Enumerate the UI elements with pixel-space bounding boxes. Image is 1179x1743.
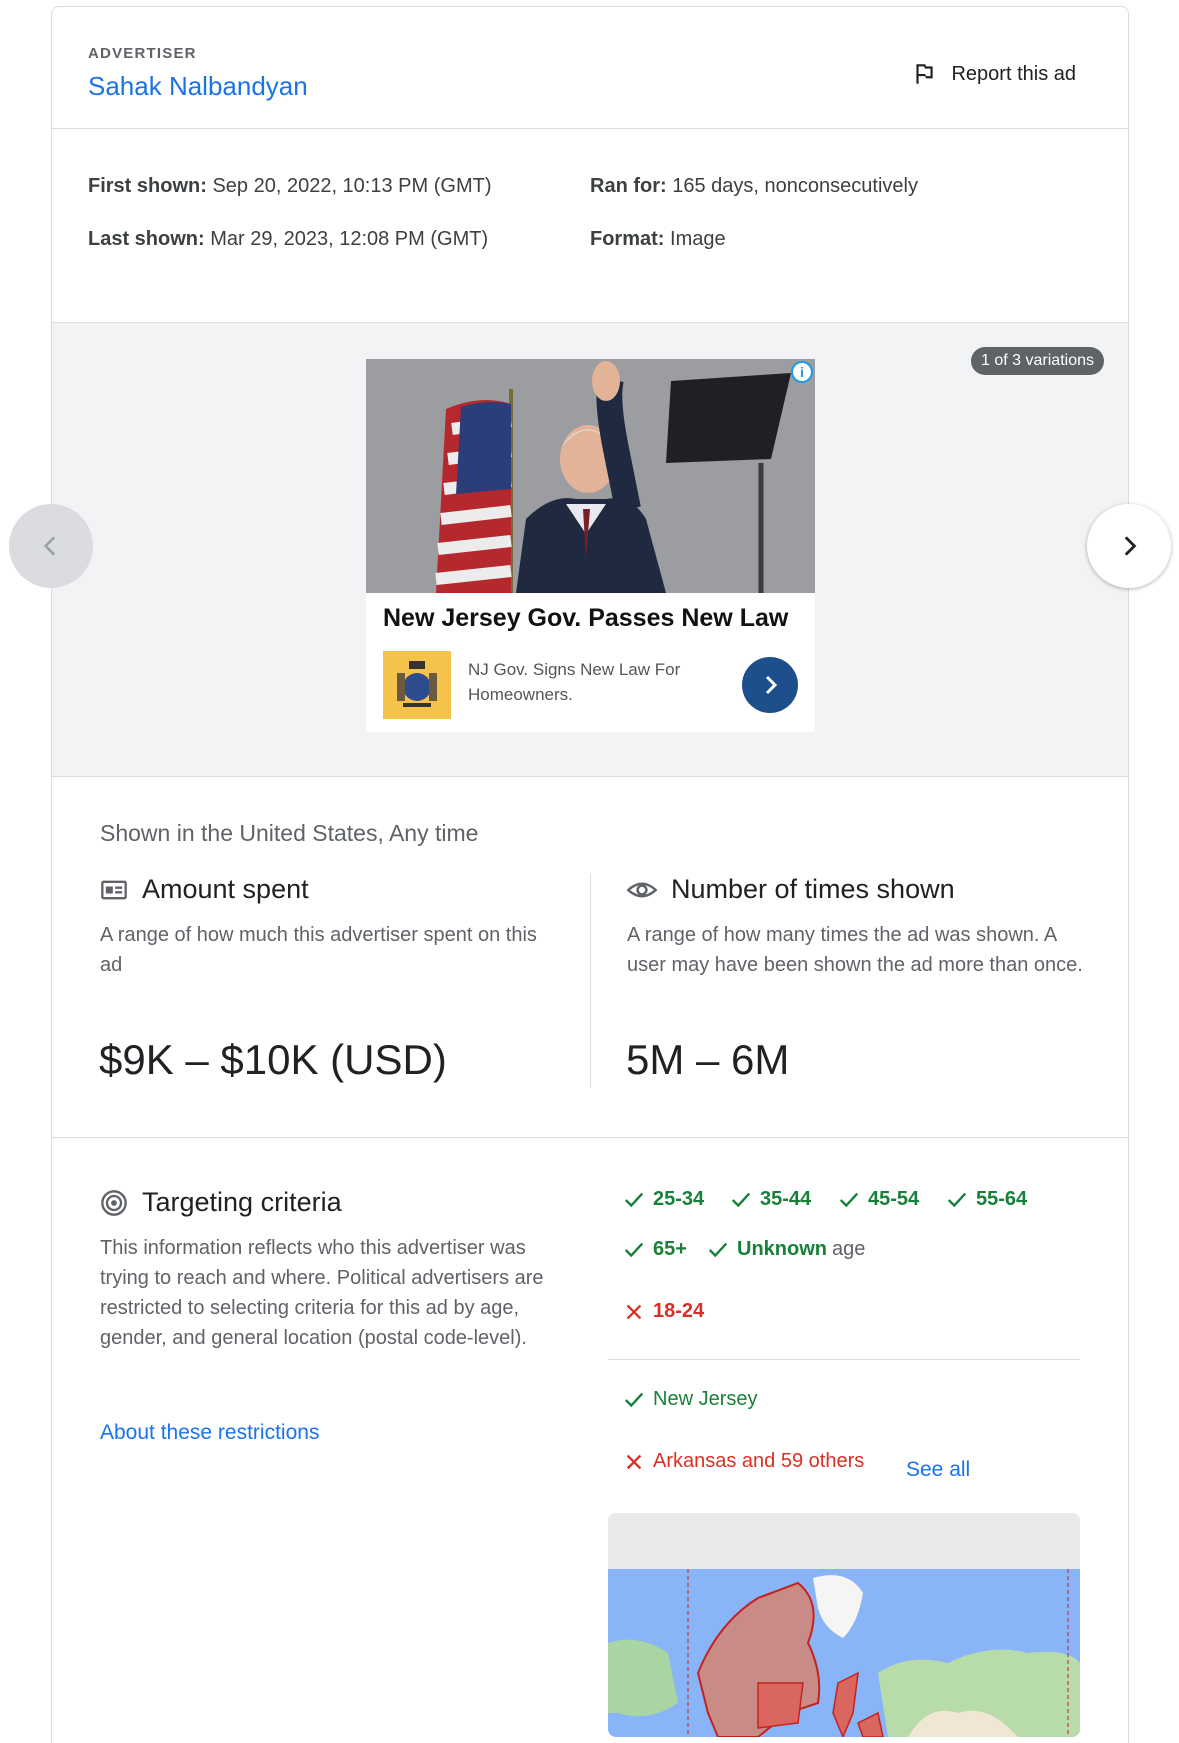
location-included-chip: New Jersey (623, 1388, 757, 1411)
divider (52, 776, 1128, 777)
format-value: Image (670, 228, 726, 250)
times-shown-title: Number of times shown (627, 874, 955, 905)
ad-cta-button[interactable] (742, 657, 798, 713)
amount-spent-description: A range of how much this advertiser spen… (100, 924, 537, 976)
first-shown: First shown: Sep 20, 2022, 10:13 PM (GMT… (88, 175, 491, 198)
next-variation-button[interactable] (1087, 504, 1171, 588)
ad-preview-area: 1 of 3 variations i New Jersey Gov. Pass… (52, 323, 1128, 777)
ad-info-icon[interactable]: i (791, 361, 813, 383)
first-shown-label: First shown: (88, 175, 207, 197)
age-range-label: 65+ (653, 1238, 687, 1260)
variations-badge: 1 of 3 variations (971, 347, 1104, 375)
eye-icon (627, 882, 657, 897)
location-label: Arkansas and 59 others (653, 1450, 865, 1472)
times-shown-value: 5M – 6M (626, 1036, 790, 1083)
nj-seal-icon (383, 651, 451, 719)
chevron-left-icon (43, 536, 56, 556)
divider (52, 128, 1128, 129)
age-included-chip: 65+ (623, 1238, 687, 1261)
times-shown-description: A range of how many times the ad was sho… (627, 924, 1083, 976)
divider (608, 1359, 1080, 1360)
report-ad-button[interactable]: Report this ad (911, 61, 1076, 87)
targeting-map[interactable] (608, 1513, 1080, 1737)
report-ad-label: Report this ad (951, 62, 1076, 85)
check-icon (624, 1242, 644, 1257)
check-icon (947, 1192, 967, 1207)
ran-for-label: Ran for: (590, 175, 667, 197)
unknown-age-label: Unknown (737, 1238, 827, 1260)
amount-spent-title: Amount spent (100, 874, 309, 905)
money-icon (101, 880, 127, 899)
last-shown-value: Mar 29, 2023, 12:08 PM (GMT) (210, 228, 489, 250)
previous-variation-button[interactable] (9, 504, 93, 588)
times-shown-label: Number of times shown (671, 874, 955, 904)
ad-subtext: NJ Gov. Signs New Law For Homeowners. (468, 660, 681, 704)
check-icon (624, 1392, 644, 1407)
check-icon (624, 1192, 644, 1207)
age-range-label: 45-54 (868, 1188, 920, 1210)
advertiser-label: ADVERTISER (88, 45, 197, 62)
age-range-label: 35-44 (760, 1188, 812, 1210)
age-range-label: 18-24 (653, 1300, 705, 1322)
flag-icon (916, 64, 934, 84)
age-range-label: 25-34 (653, 1188, 705, 1210)
targeting-description: This information reflects who this adver… (100, 1237, 544, 1349)
advertiser-name-link[interactable]: Sahak Nalbandyan (88, 71, 308, 102)
format-label: Format: (590, 228, 665, 250)
world-map-illustration (608, 1513, 1080, 1737)
last-shown-label: Last shown: (88, 228, 205, 250)
target-icon (101, 1189, 127, 1216)
amount-spent-value: $9K – $10K (USD) (99, 1036, 447, 1083)
ad-photo-illustration (366, 359, 815, 593)
age-included-chip: 25-34 (623, 1188, 704, 1211)
check-icon (708, 1242, 728, 1257)
ran-for-value: 165 days, nonconsecutively (672, 175, 918, 197)
last-shown: Last shown: Mar 29, 2023, 12:08 PM (GMT) (88, 228, 488, 251)
chevron-right-icon (1124, 536, 1137, 556)
format: Format: Image (590, 228, 726, 251)
targeting-label: Targeting criteria (142, 1187, 342, 1217)
unknown-age-chip: Unknown age (707, 1238, 865, 1261)
ad-headline: New Jersey Gov. Passes New Law (383, 604, 789, 632)
age-included-chip: 55-64 (946, 1188, 1027, 1211)
location-label: New Jersey (653, 1388, 758, 1410)
divider (52, 1137, 1128, 1138)
amount-spent-label: Amount spent (142, 874, 309, 904)
ad-creative[interactable]: i New Jersey Gov. Passes New Law NJ Gov.… (366, 359, 815, 732)
first-shown-value: Sep 20, 2022, 10:13 PM (GMT) (212, 175, 492, 197)
ran-for: Ran for: 165 days, nonconsecutively (590, 175, 918, 198)
age-included-chip: 35-44 (730, 1188, 811, 1211)
age-excluded-chip: 18-24 (623, 1300, 704, 1323)
unknown-age-suffix: age (832, 1238, 866, 1260)
age-included-chip: 45-54 (838, 1188, 919, 1211)
see-all-link[interactable]: See all (906, 1458, 970, 1482)
check-icon (731, 1192, 751, 1207)
age-range-label: 55-64 (976, 1188, 1028, 1210)
close-icon (626, 1304, 642, 1319)
targeting-title: Targeting criteria (100, 1187, 342, 1218)
vertical-divider (590, 873, 591, 1088)
chevron-right-icon (765, 675, 778, 695)
location-excluded-chip: Arkansas and 59 others (623, 1450, 864, 1473)
ad-photo: i (366, 359, 815, 593)
about-restrictions-link[interactable]: About these restrictions (100, 1421, 319, 1445)
shown-in-region: Shown in the United States, Any time (100, 820, 479, 846)
check-icon (839, 1192, 859, 1207)
close-icon (626, 1454, 642, 1469)
